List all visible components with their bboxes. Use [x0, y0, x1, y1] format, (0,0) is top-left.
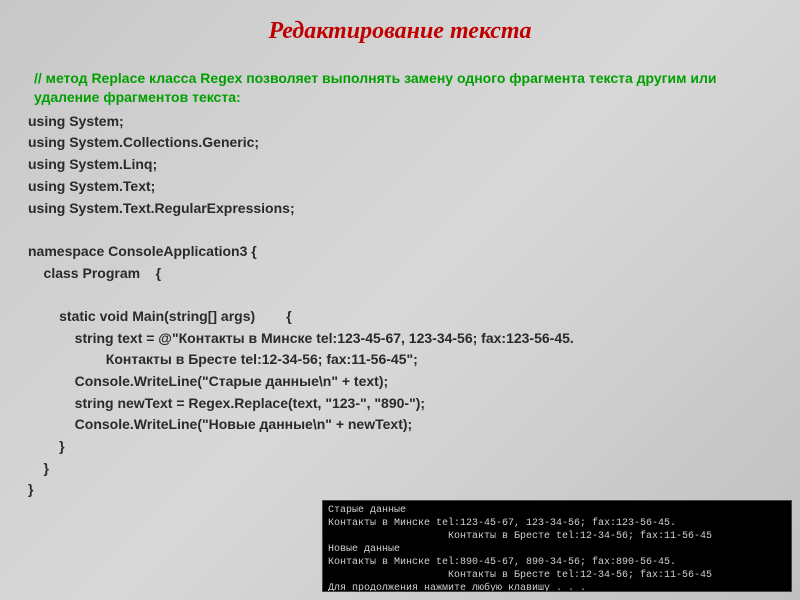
code-block: using System; using System.Collections.G… [28, 111, 772, 501]
console-output: Старые данные Контакты в Минске tel:123-… [322, 500, 792, 592]
code-comment: // метод Replace класса Regex позволяет … [28, 69, 772, 107]
slide-title: Редактирование текста [28, 18, 772, 45]
slide-container: Редактирование текста // метод Replace к… [0, 0, 800, 600]
